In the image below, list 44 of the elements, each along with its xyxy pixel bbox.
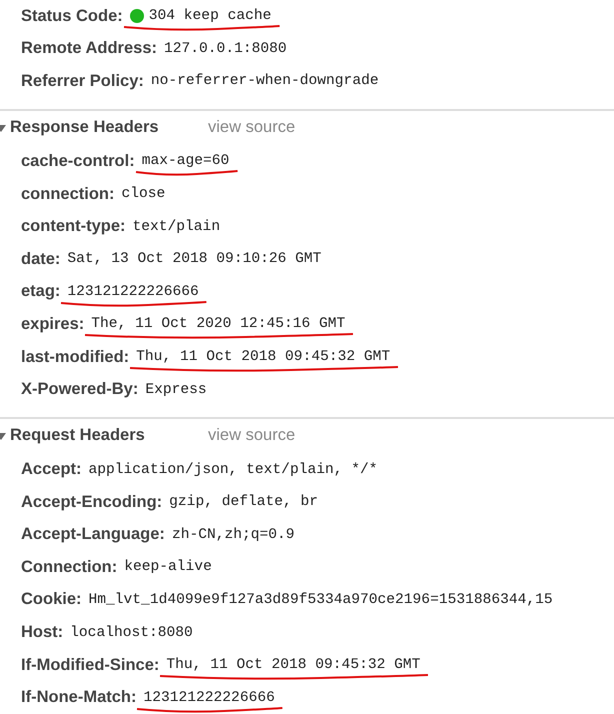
- header-value: Sat, 13 Oct 2018 09:10:26 GMT: [67, 251, 322, 268]
- header-value: The, 11 Oct 2020 12:45:16 GMT: [91, 316, 346, 332]
- header-value: Thu, 11 Oct 2018 09:45:32 GMT: [136, 349, 390, 365]
- header-name: Referrer Policy:: [21, 72, 144, 91]
- header-value: 304 keep cache: [148, 8, 272, 24]
- header-name: Connection:: [21, 558, 118, 577]
- header-value: 123121222226666: [67, 284, 199, 300]
- header-value: 127.0.0.1:8080: [164, 40, 287, 57]
- header-value: max-age=60: [142, 153, 230, 170]
- header-value: gzip, deflate, br: [169, 494, 318, 510]
- header-name: cache-control:: [21, 152, 135, 171]
- header-name: Cookie:: [21, 590, 82, 610]
- header-name: If-None-Match:: [21, 688, 136, 708]
- header-name: Accept-Language:: [21, 525, 165, 544]
- header-value: Express: [145, 382, 207, 398]
- header-value: Hm_lvt_1d4099e9f127a3d89f5334a970ce2196=1531886344,15: [88, 592, 553, 608]
- header-name: Status Code:: [21, 6, 123, 26]
- caret-icon[interactable]: [0, 430, 8, 441]
- header-value: no-referrer-when-downgrade: [150, 73, 379, 90]
- header-value: text/plain: [132, 218, 220, 235]
- header-value: 123121222226666: [143, 690, 275, 706]
- header-value: close: [122, 186, 166, 202]
- view-source-link[interactable]: view source: [208, 426, 296, 446]
- header-name: connection:: [21, 184, 114, 204]
- header-name: Accept:: [21, 460, 82, 480]
- header-name: content-type:: [21, 217, 126, 236]
- header-name: Remote Address:: [21, 39, 158, 58]
- view-source-link[interactable]: view source: [208, 118, 296, 138]
- section-title[interactable]: Response Headers: [10, 118, 208, 138]
- section-title[interactable]: Request Headers: [10, 426, 208, 446]
- header-name: etag:: [21, 282, 60, 302]
- header-name: last-modified:: [21, 348, 130, 366]
- header-name: Host:: [21, 623, 64, 642]
- header-value: zh-CN,zh;q=0.9: [172, 526, 295, 543]
- header-value: Thu, 11 Oct 2018 09:45:32 GMT: [166, 657, 420, 674]
- header-name: Accept-Encoding:: [21, 492, 162, 512]
- caret-icon[interactable]: [0, 122, 8, 133]
- header-name: X-Powered-By:: [21, 380, 138, 400]
- header-value: keep-alive: [124, 559, 212, 576]
- header-value: application/json, text/plain, */*: [88, 462, 378, 478]
- header-name: expires:: [21, 314, 84, 334]
- header-name: date:: [21, 250, 60, 269]
- header-value: localhost:8080: [70, 624, 193, 641]
- header-name: If-Modified-Since:: [21, 656, 160, 675]
